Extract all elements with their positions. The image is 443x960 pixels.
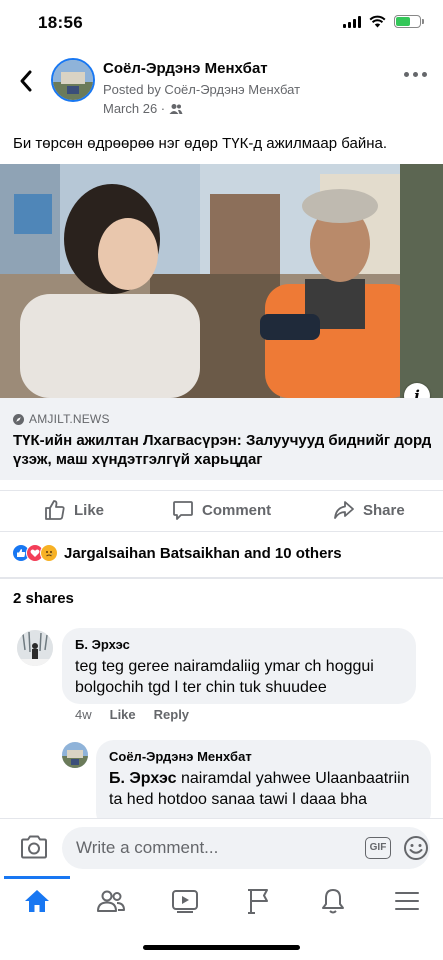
link-preview-meta[interactable]: AMJILT.NEWS ТҮК-ийн ажилтан Лхагвасүрэн:… (0, 398, 443, 480)
comment-reply-button[interactable]: Reply (154, 707, 189, 722)
status-bar: 18:56 (0, 0, 443, 46)
like-label: Like (74, 501, 105, 519)
status-time: 18:56 (38, 13, 83, 32)
active-tab-indicator (4, 876, 70, 879)
tab-menu[interactable] (392, 886, 422, 916)
reply-mention[interactable]: Б. Эрхэс (109, 770, 177, 787)
section-divider (0, 577, 443, 579)
wifi-icon (369, 15, 386, 28)
comment-label: Comment (202, 501, 272, 519)
tab-home[interactable] (22, 886, 52, 916)
camera-button[interactable] (20, 835, 48, 864)
tab-notifications[interactable] (318, 886, 348, 916)
compass-icon (13, 413, 24, 425)
camera-icon (21, 835, 47, 859)
comment-composer: GIF (0, 818, 443, 876)
share-arrow-icon (334, 501, 354, 519)
like-button[interactable]: Like (44, 499, 104, 521)
more-options-button[interactable] (404, 72, 427, 77)
comment-author[interactable]: Б. Эрхэс (75, 637, 403, 652)
back-button[interactable] (14, 66, 38, 96)
shares-count[interactable]: 2 shares (13, 590, 74, 607)
author-avatar[interactable] (51, 58, 95, 102)
gif-button[interactable]: GIF (365, 837, 391, 859)
posted-by-label: Posted by Соёл-Эрдэнэ Менхбат (103, 82, 301, 97)
smiley-icon (404, 836, 428, 860)
comment-button[interactable]: Comment (172, 499, 271, 521)
battery-icon (394, 15, 424, 28)
reply-bubble[interactable]: Соёл-Эрдэнэ Менхбат Б. Эрхэс nairamdal y… (96, 740, 431, 830)
tab-watch[interactable] (170, 886, 200, 916)
post-date-row: March 26 · (103, 101, 183, 116)
link-preview-image[interactable] (0, 164, 443, 398)
post-header: Соёл-Эрдэнэ Менхбат Posted by Соёл-Эрдэн… (0, 50, 443, 122)
comment-bubble-icon (173, 501, 193, 520)
reply-avatar[interactable] (62, 742, 88, 768)
tab-friends[interactable] (96, 886, 126, 916)
link-title: ТҮК-ийн ажилтан Лхагвасүрэн: Залуучууд б… (13, 432, 432, 468)
home-indicator[interactable] (143, 945, 300, 950)
friends-icon (97, 890, 125, 912)
thumbs-up-icon (45, 500, 65, 520)
bottom-tab-bar (0, 876, 443, 926)
status-icons (343, 15, 424, 28)
comment-meta: 4w Like Reply (75, 707, 189, 722)
link-domain: AMJILT.NEWS (29, 412, 110, 426)
reply-author[interactable]: Соёл-Эрдэнэ Менхбат (109, 749, 418, 764)
reactions-summary[interactable]: Jargalsaihan Batsaikhan and 10 others (12, 544, 342, 562)
author-name[interactable]: Соёл-Эрдэнэ Менхбат (103, 60, 268, 77)
tab-pages[interactable] (244, 886, 274, 916)
comment-bubble[interactable]: Б. Эрхэс teg teg geree nairamdaliig ymar… (62, 628, 416, 704)
comment-text: teg teg geree nairamdaliig ymar ch hoggu… (75, 658, 374, 696)
commenter-avatar[interactable] (17, 630, 53, 666)
post-actions-bar: Like Comment Share (0, 490, 443, 532)
cellular-signal-icon (343, 15, 361, 28)
emoji-button[interactable] (403, 835, 429, 866)
watch-icon (172, 890, 198, 913)
menu-icon (395, 892, 419, 910)
comment-time: 4w (75, 707, 92, 722)
post-date[interactable]: March 26 · (103, 101, 165, 116)
comment-like-button[interactable]: Like (110, 707, 136, 722)
post-text: Би төрсөн өдрөөрөө нэг өдөр ТҮК-д ажилма… (13, 135, 388, 152)
chevron-left-icon (20, 70, 32, 92)
notifications-bell-icon (322, 889, 344, 914)
share-label: Share (363, 501, 405, 519)
reply-text-block: Б. Эрхэс nairamdal yahwee Ulaanbaatriin … (109, 768, 418, 810)
reactions-summary-text: Jargalsaihan Batsaikhan and 10 others (64, 544, 342, 562)
share-button[interactable]: Share (333, 499, 405, 521)
friends-audience-icon (169, 103, 183, 114)
sad-reaction-icon (40, 544, 58, 562)
link-domain-row: AMJILT.NEWS (13, 412, 110, 426)
pages-flag-icon (248, 889, 268, 914)
home-icon (25, 890, 49, 912)
